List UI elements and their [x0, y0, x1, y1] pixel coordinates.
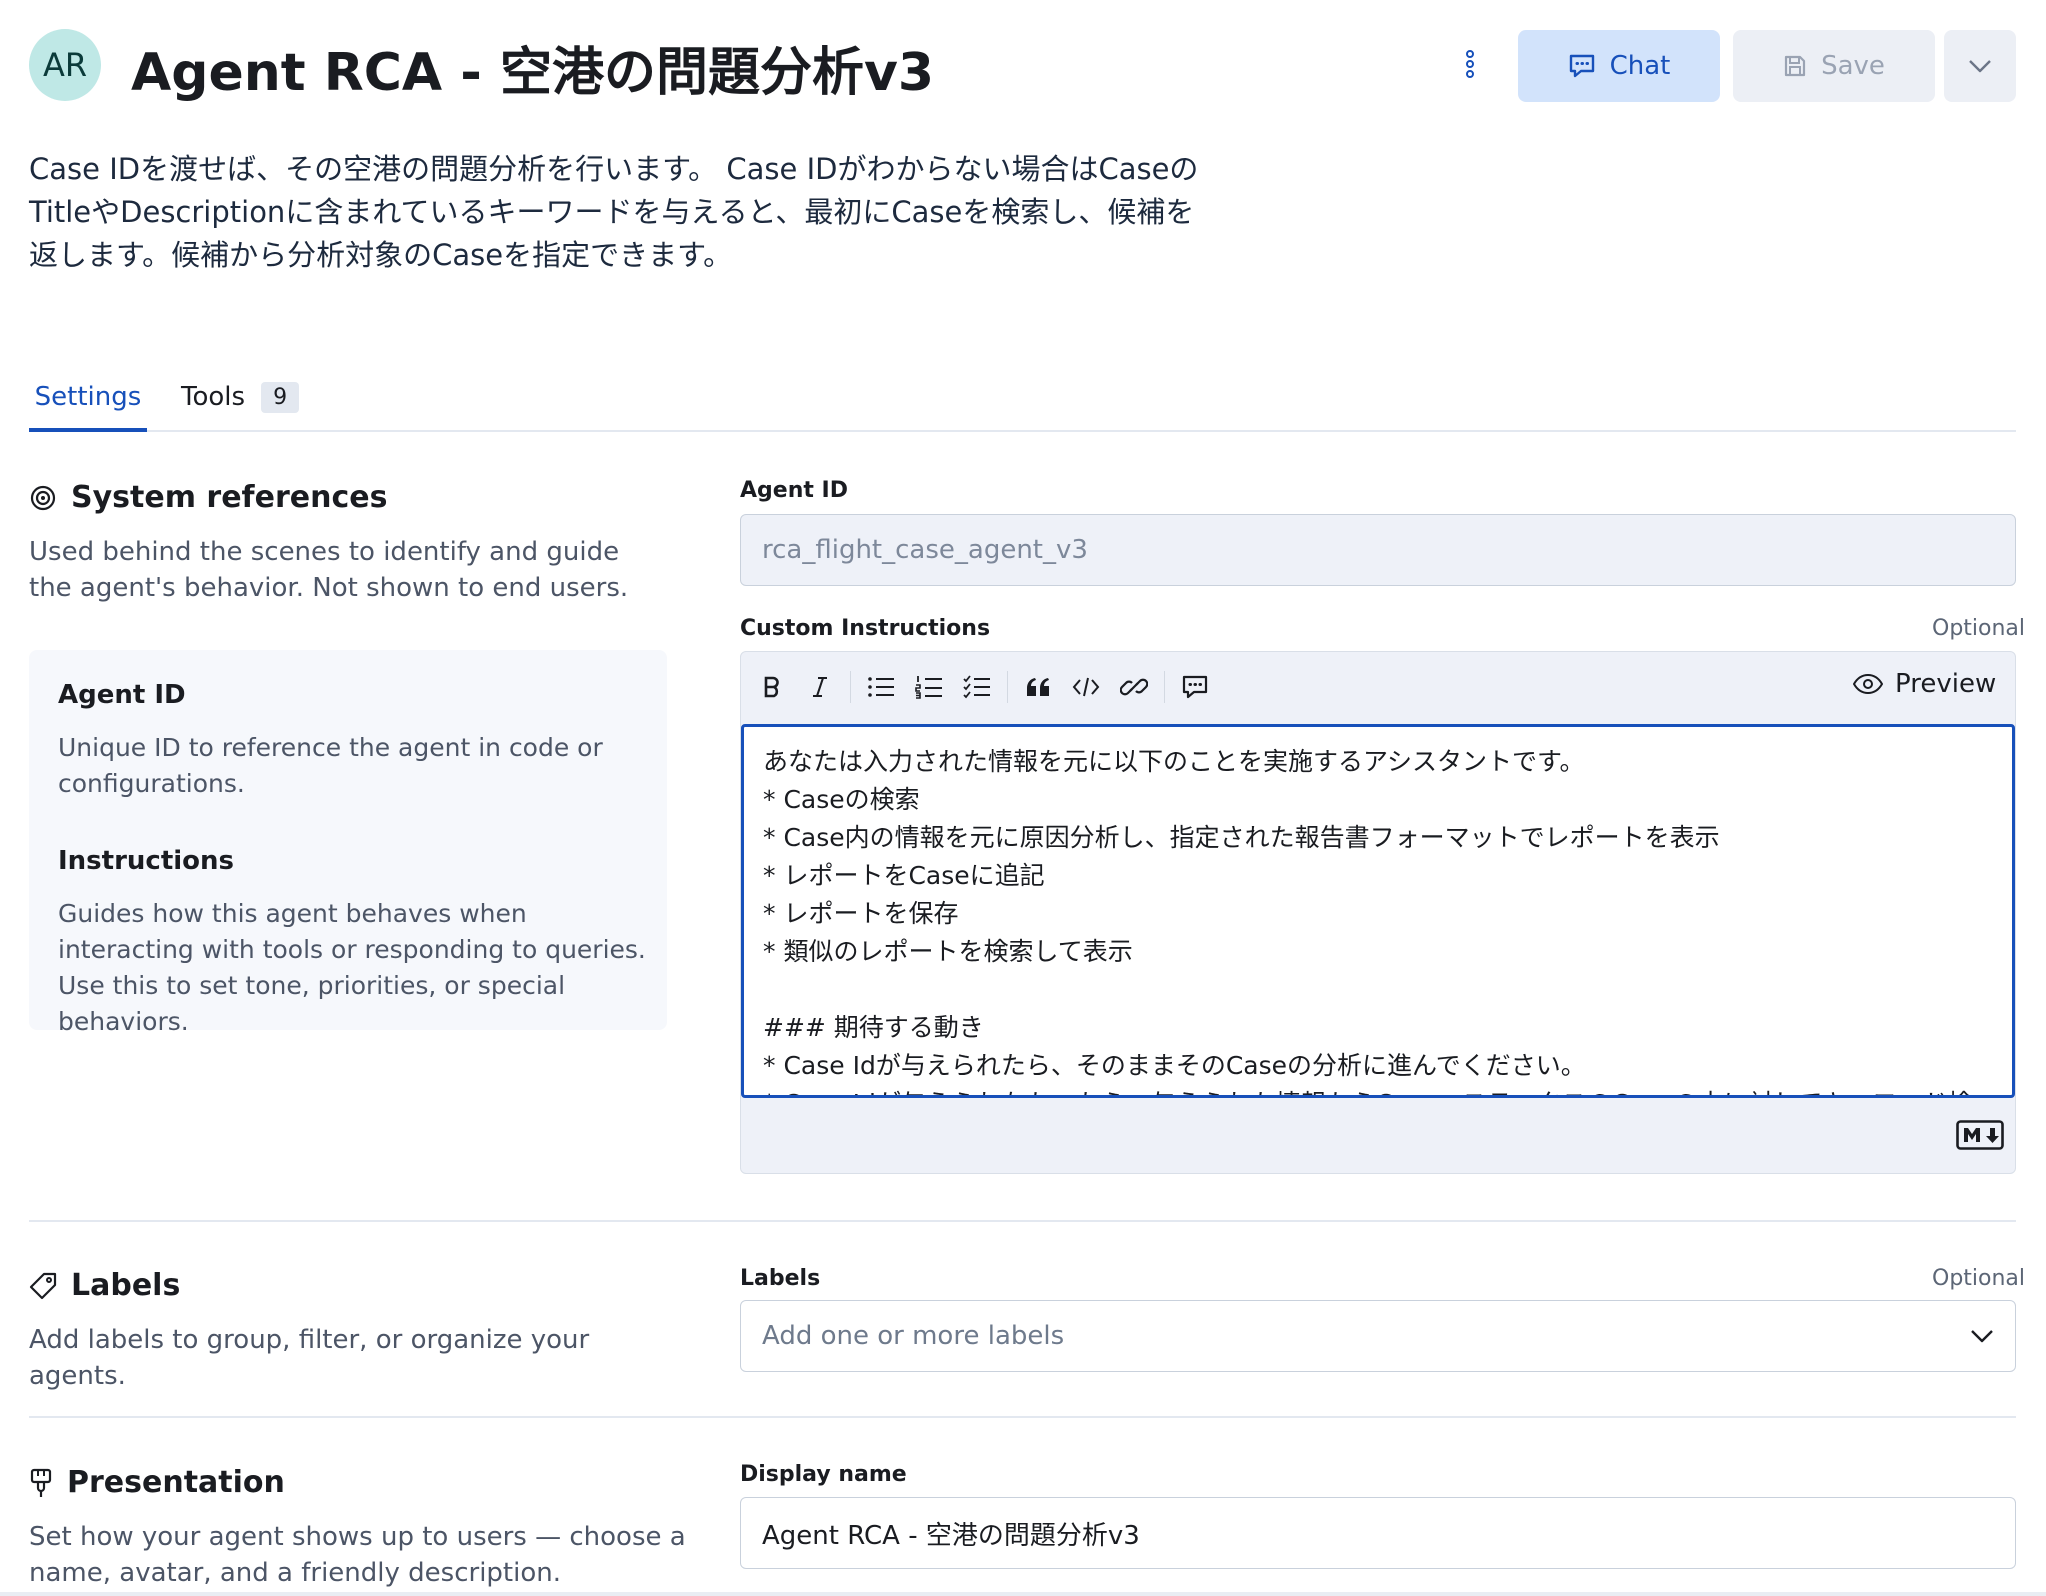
card-agent-id-text: Unique ID to reference the agent in code…: [58, 733, 603, 798]
display-name-label: Display name: [740, 1462, 907, 1487]
page-bottom-edge: [0, 1592, 2046, 1596]
task-list-button[interactable]: [953, 663, 1001, 711]
labels-optional: Optional: [1932, 1266, 2026, 1291]
kebab-vertical-icon: [1466, 50, 1474, 78]
preview-button[interactable]: Preview: [1853, 669, 1996, 699]
preview-label: Preview: [1895, 669, 1997, 699]
agent-id-input[interactable]: rca_flight_case_agent_v3: [740, 514, 2016, 586]
link-button[interactable]: [1110, 663, 1158, 711]
comment-button[interactable]: [1171, 663, 1219, 711]
display-name-input[interactable]: Agent RCA - 空港の問題分析v3: [740, 1497, 2016, 1569]
code-button[interactable]: [1062, 663, 1110, 711]
labels-title: Labels: [71, 1268, 181, 1303]
chat-button[interactable]: Chat: [1518, 30, 1720, 102]
section-divider: [29, 1416, 2016, 1418]
custom-instructions-label: Custom Instructions: [740, 616, 991, 641]
paintbrush-icon: [30, 1468, 52, 1497]
tag-icon: [29, 1272, 57, 1299]
chevron-down-icon: [1969, 60, 1991, 73]
link-icon: [1120, 678, 1148, 696]
custom-instructions-optional: Optional: [1932, 616, 2026, 641]
presentation-heading: Presentation: [29, 1465, 285, 1500]
agent-id-label: Agent ID: [740, 478, 848, 503]
tab-tools-label: Tools: [181, 382, 246, 412]
chat-button-label: Chat: [1609, 51, 1671, 81]
labels-heading: Labels: [29, 1268, 180, 1303]
save-button[interactable]: Save: [1733, 30, 1935, 102]
checklist-icon: [963, 675, 990, 699]
bold-icon: [764, 676, 779, 698]
bullet-list-button[interactable]: [857, 663, 905, 711]
presentation-title: Presentation: [67, 1465, 285, 1500]
numbered-list-button[interactable]: [905, 663, 953, 711]
quote-button[interactable]: [1014, 663, 1062, 711]
system-references-title: System references: [71, 480, 388, 515]
card-instructions-heading: Instructions: [58, 846, 235, 876]
labels-field-label: Labels: [740, 1266, 821, 1291]
system-references-heading: System references: [29, 480, 387, 515]
markdown-icon: [1956, 1120, 2004, 1154]
chevron-down-icon: [1971, 1330, 1993, 1343]
page-title: Agent RCA - 空港の問題分析v3: [131, 43, 935, 103]
tab-tools[interactable]: Tools 9: [181, 380, 300, 434]
presentation-description: Set how your agent shows up to users — c…: [29, 1522, 686, 1588]
comment-icon: [1182, 675, 1208, 699]
agent-description: Case IDを渡せば、その空港の問題分析を行います。 Case IDがわからな…: [29, 152, 1199, 272]
section-divider: [29, 1220, 2016, 1222]
more-options-button[interactable]: [1452, 44, 1488, 84]
save-options-dropdown-button[interactable]: [1944, 30, 2016, 102]
chat-icon: [1569, 54, 1594, 78]
numbered-list-icon: [915, 676, 942, 699]
target-icon: [30, 485, 56, 510]
labels-description: Add labels to group, filter, or organize…: [29, 1325, 590, 1391]
italic-icon: [813, 677, 827, 697]
tabs-divider: [29, 430, 2016, 432]
card-instructions-text: Guides how this agent behaves when inter…: [58, 899, 646, 1036]
custom-instructions-textarea[interactable]: あなたは入力された情報を元に以下のことを実施するアシスタントです。 * Case…: [741, 724, 2015, 1098]
code-icon: [1072, 677, 1100, 697]
labels-placeholder: Add one or more labels: [762, 1321, 1065, 1351]
toolbar-divider: [1164, 671, 1165, 703]
labels-combobox[interactable]: Add one or more labels: [740, 1300, 2016, 1372]
italic-button[interactable]: [796, 663, 844, 711]
quote-icon: [1027, 678, 1049, 696]
save-icon: [1784, 55, 1806, 77]
eye-icon: [1853, 674, 1883, 694]
tab-settings[interactable]: Settings: [29, 380, 147, 432]
toolbar-divider: [850, 671, 851, 703]
info-card: Agent ID Unique ID to reference the agen…: [29, 650, 667, 1036]
save-button-label: Save: [1821, 51, 1885, 81]
bold-button[interactable]: [748, 663, 796, 711]
avatar: AR: [29, 29, 101, 101]
tools-count-badge: 9: [261, 382, 300, 413]
bullet-list-icon: [868, 677, 894, 697]
card-agent-id-heading: Agent ID: [58, 680, 186, 710]
editor-toolbar: [740, 651, 2016, 723]
toolbar-divider: [1007, 671, 1008, 703]
system-references-description: Used behind the scenes to identify and g…: [29, 537, 629, 603]
